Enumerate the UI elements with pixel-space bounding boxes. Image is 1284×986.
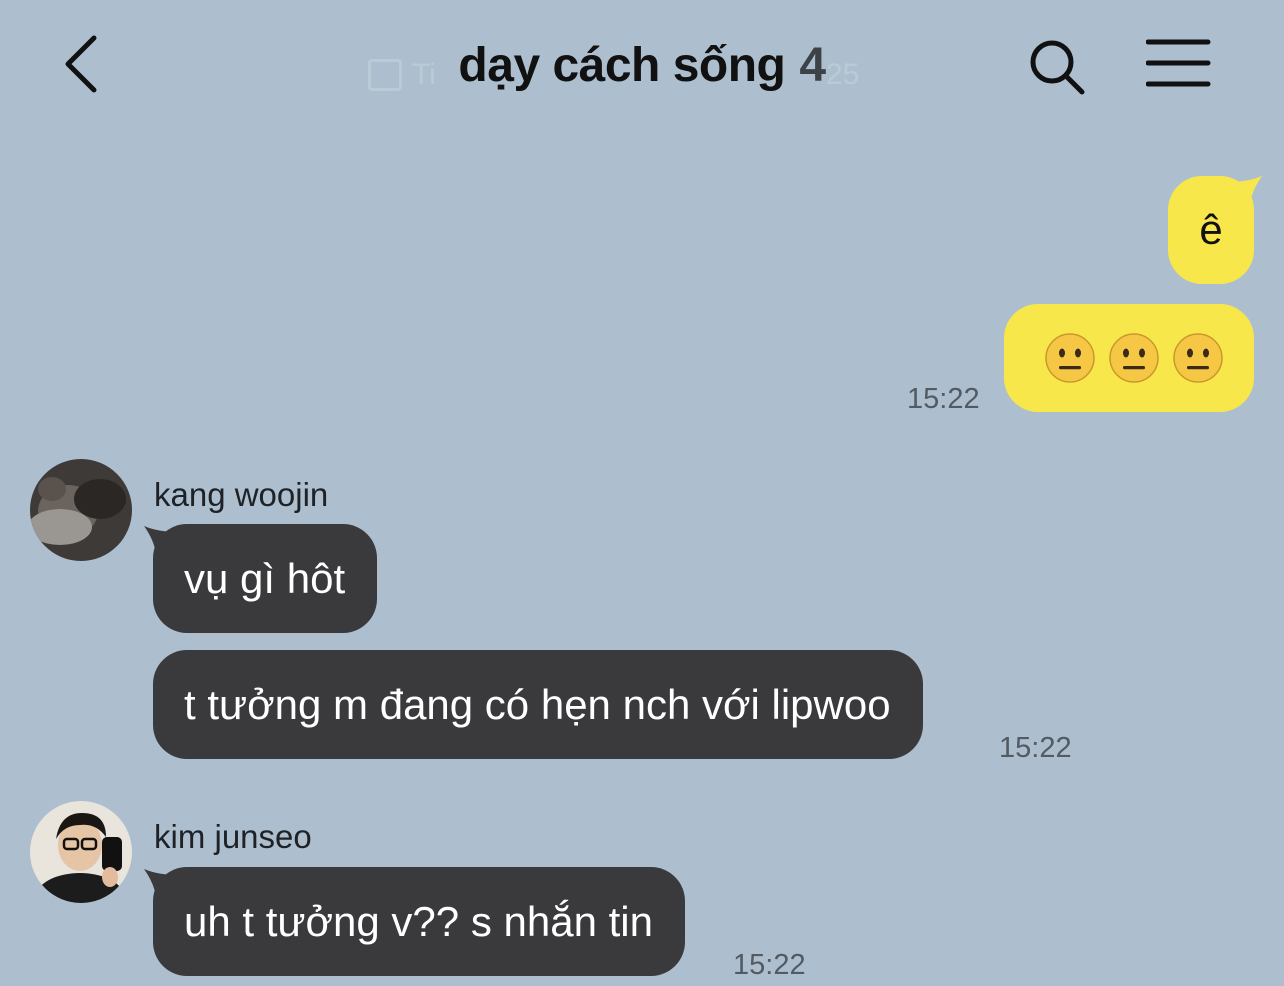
other-message-bubble[interactable]: uh t tưởng v?? s nhắn tin [153,867,685,976]
sender-name: kim junseo [154,818,312,855]
message-text: ê [1199,206,1223,253]
message-timestamp: 15:22 [907,383,980,415]
chat-name: dạy cách sống [458,39,786,92]
avatar[interactable] [30,801,132,903]
my-message-bubble[interactable] [1004,304,1254,412]
avatar-photo [30,801,132,903]
neutral-face-emoji [1109,333,1159,383]
message-timestamp: 15:22 [999,732,1072,764]
neutral-face-emoji [1045,333,1095,383]
search-button[interactable] [1026,36,1088,98]
avatar-photo [30,459,132,561]
other-message-bubble[interactable]: t tưởng m đang có hẹn nch với lipwoo [153,650,923,759]
menu-button[interactable] [1145,38,1212,90]
message-text: t tưởng m đang có hẹn nch với lipwoo [184,680,891,728]
message-text: vụ gì hôt [184,554,346,602]
search-icon [1030,40,1085,95]
member-count: 4 [799,39,826,92]
sender-name: kang woojin [154,476,329,513]
other-message-bubble[interactable]: vụ gì hôt [153,524,378,633]
hamburger-menu-icon [1145,39,1211,87]
avatar[interactable] [30,459,132,561]
neutral-face-emoji [1173,333,1223,383]
chat-header: Ti 25 dạy cách sống 4 [0,0,1284,150]
message-timestamp: 15:22 [733,949,806,981]
chat-title: dạy cách sống 4 [0,38,1284,93]
my-message-bubble[interactable]: ê [1168,176,1254,284]
message-text: uh t tưởng v?? s nhắn tin [184,897,653,945]
